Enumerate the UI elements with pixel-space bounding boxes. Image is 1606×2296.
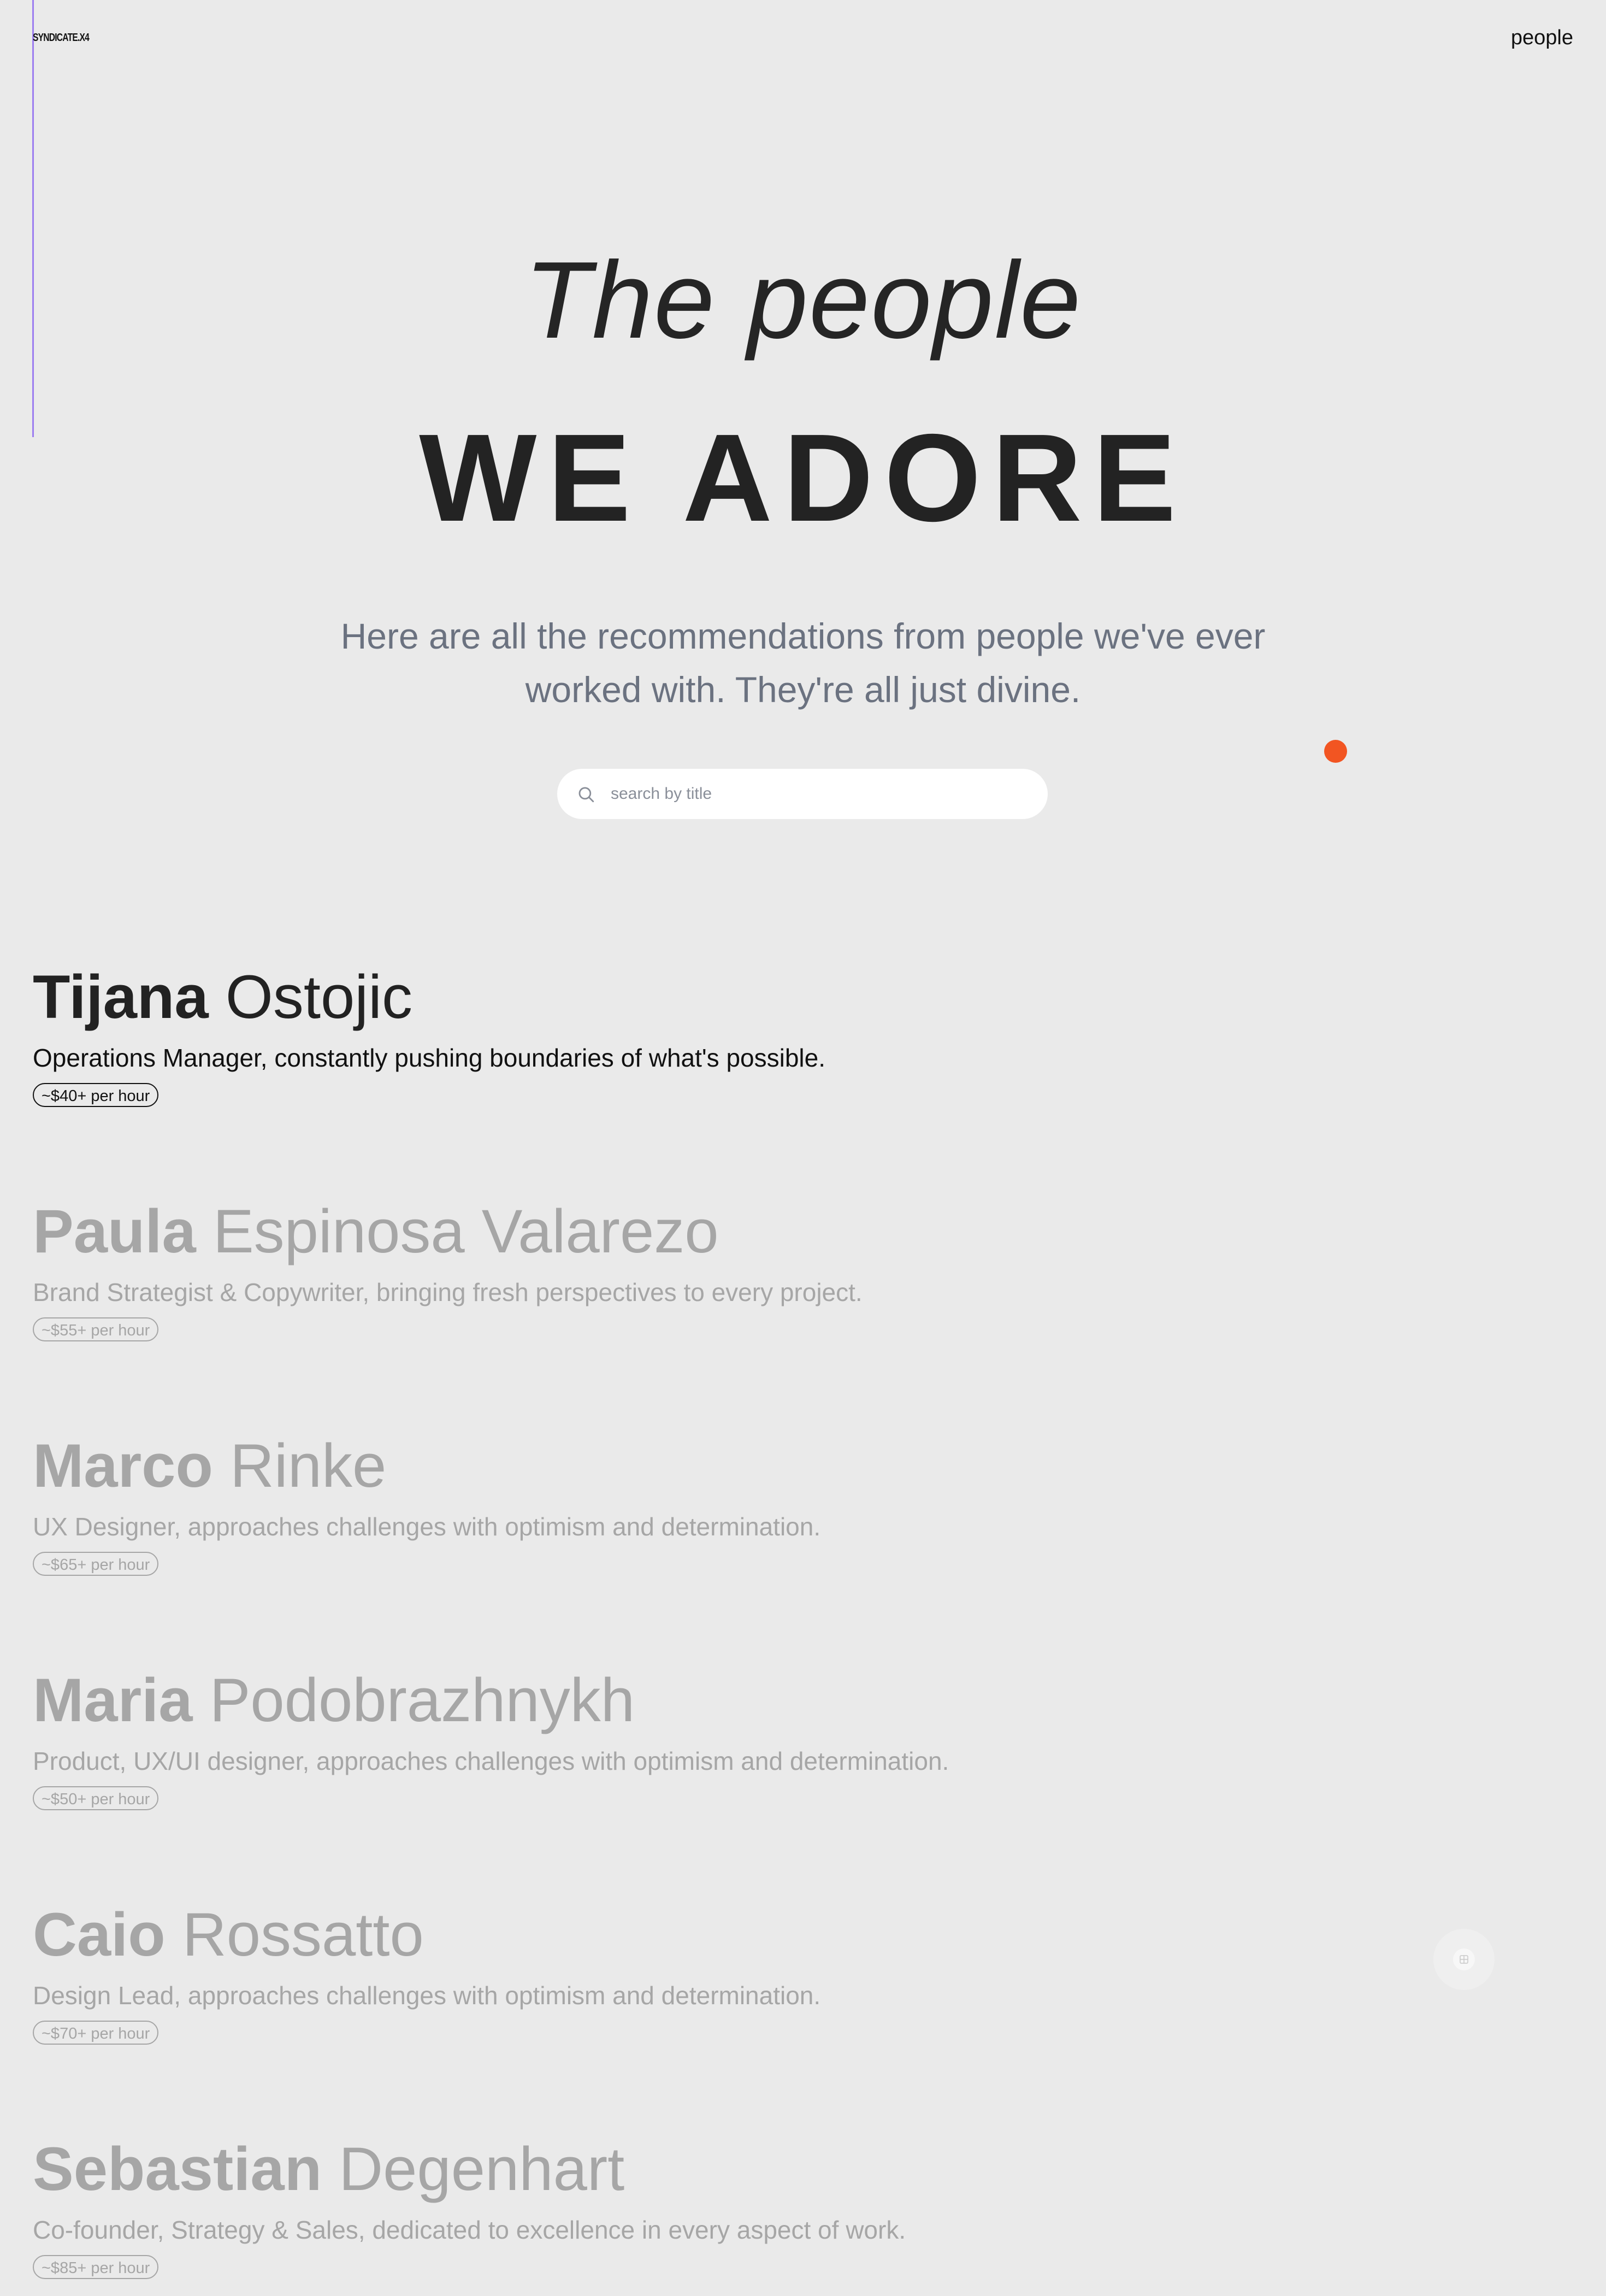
person-card[interactable]: Caio Rossatto Design Lead, approaches ch… (33, 1899, 1235, 2045)
site-logo[interactable]: SYNDICATE.X4 (33, 32, 90, 44)
person-first-name: Caio (33, 1900, 166, 1969)
floating-action-button[interactable] (1433, 1929, 1495, 1990)
person-first-name: Sebastian (33, 2135, 322, 2203)
person-description: Product, UX/UI designer, approaches chal… (33, 1747, 949, 1775)
person-card[interactable]: Paula Espinosa Valarezo Brand Strategist… (33, 1196, 1235, 1341)
person-card[interactable]: Sebastian Degenhart Co-founder, Strategy… (33, 2134, 1235, 2279)
person-card[interactable]: Marco Rinke UX Designer, approaches chal… (33, 1430, 1235, 1576)
person-name: Caio Rossatto (33, 1899, 1235, 1970)
person-card[interactable]: Maria Podobrazhnykh Product, UX/UI desig… (33, 1665, 1235, 1810)
person-name: Maria Podobrazhnykh (33, 1665, 1235, 1736)
rate-badge: ~$55+ per hour (33, 1317, 159, 1341)
person-description: Brand Strategist & Copywriter, bringing … (33, 1278, 863, 1306)
person-first-name: Tijana (33, 963, 209, 1031)
person-card[interactable]: Tijana Ostojic Operations Manager, const… (33, 962, 1235, 1107)
brand-accent-line (32, 0, 34, 437)
person-name: Tijana Ostojic (33, 962, 1235, 1033)
person-last-name: Rinke (230, 1432, 387, 1500)
person-first-name: Maria (33, 1666, 193, 1734)
person-first-name: Marco (33, 1432, 213, 1500)
hero-title-line2: WE ADORE (419, 409, 1187, 547)
nav-link-people[interactable]: people (1511, 26, 1573, 50)
person-first-name: Paula (33, 1197, 196, 1265)
person-last-name: Rossatto (182, 1900, 424, 1969)
rate-badge: ~$70+ per hour (33, 2021, 159, 2045)
person-last-name: Ostojic (225, 963, 413, 1031)
person-last-name: Espinosa Valarezo (212, 1197, 719, 1265)
person-last-name: Degenhart (339, 2135, 625, 2203)
rate-badge: ~$50+ per hour (33, 1786, 159, 1810)
search-input[interactable] (610, 784, 1027, 804)
search-bar[interactable] (557, 769, 1048, 819)
person-last-name: Podobrazhnykh (209, 1666, 635, 1734)
cursor-dot (1324, 740, 1347, 763)
rate-badge: ~$85+ per hour (33, 2255, 159, 2279)
person-description: Operations Manager, constantly pushing b… (33, 1044, 825, 1072)
person-name: Marco Rinke (33, 1430, 1235, 1502)
person-description: Co-founder, Strategy & Sales, dedicated … (33, 2216, 906, 2244)
rate-badge: ~$65+ per hour (33, 1552, 159, 1576)
search-icon (578, 787, 594, 803)
rate-badge: ~$40+ per hour (33, 1083, 159, 1107)
person-description: Design Lead, approaches challenges with … (33, 1981, 821, 2010)
hero-title-line1: The people (524, 239, 1082, 361)
hero-subtitle: Here are all the recommendations from pe… (340, 616, 1266, 710)
person-name: Sebastian Degenhart (33, 2134, 1235, 2205)
grid-icon (1460, 1955, 1468, 1964)
person-name: Paula Espinosa Valarezo (33, 1196, 1235, 1267)
person-description: UX Designer, approaches challenges with … (33, 1512, 821, 1541)
